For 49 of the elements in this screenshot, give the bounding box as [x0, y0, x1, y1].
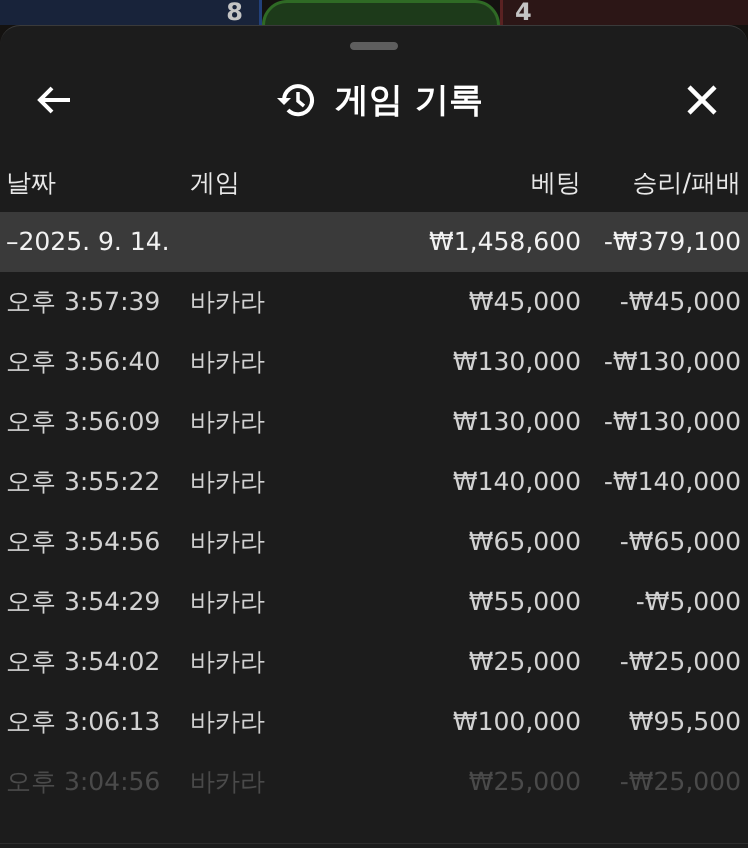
date-group-row[interactable]: –2025. 9. 14. ₩1,458,600 -₩379,100 — [0, 212, 748, 272]
column-header: 승리/패배 — [632, 167, 741, 200]
time-cell-text: 오후 3:55:22 — [6, 466, 162, 498]
game-cell-text: 바카라 — [190, 286, 266, 318]
group-date: –2025. 9. 14. — [6, 226, 171, 258]
column-header: 베팅 — [530, 167, 581, 200]
game-cell-text: 바카라 — [190, 526, 266, 558]
game-cell-text: 바카라 — [190, 346, 266, 378]
bet-cell-text: ₩55,000 — [468, 586, 581, 618]
time-cell-text: 오후 3:57:39 — [6, 286, 162, 318]
history-icon — [275, 81, 316, 119]
bet-cell-text: ₩140,000 — [452, 466, 581, 498]
sheet-title: 게임 기록 — [335, 78, 483, 122]
time-cell-text: 오후 3:06:13 — [6, 706, 162, 738]
bet-cell-text: ₩130,000 — [452, 346, 581, 378]
time-cell-text: 오후 3:54:02 — [6, 646, 162, 678]
time-cell-text: 오후 3:54:56 — [6, 526, 162, 558]
bet-cell-text: ₩130,000 — [452, 406, 581, 438]
time-cell-text: 오후 3:54:29 — [6, 586, 162, 618]
game-cell-text: 바카라 — [190, 646, 266, 678]
close-icon — [686, 84, 718, 116]
game-cell-text: 바카라 — [190, 406, 266, 438]
result-cell-text: -₩130,000 — [602, 406, 741, 438]
time-cell-text: 오후 3:56:09 — [6, 406, 162, 438]
score-number: 4 — [515, 0, 533, 24]
group-bet-total: ₩1,458,600 — [428, 226, 581, 258]
bet-cell-text: ₩65,000 — [468, 526, 581, 558]
bet-cell-text: ₩45,000 — [468, 286, 581, 318]
back-arrow-icon — [36, 85, 72, 115]
drag-handle[interactable] — [350, 42, 398, 50]
result-cell-text: ₩95,500 — [628, 706, 741, 738]
game-cell-text: 바카라 — [190, 706, 266, 738]
game-cell-text: 바카라 — [190, 586, 266, 618]
close-button[interactable] — [686, 84, 718, 116]
result-cell-text: -₩140,000 — [602, 466, 741, 498]
back-button[interactable] — [36, 85, 72, 115]
game-cell-text: 바카라 — [190, 466, 266, 498]
time-cell-text: 오후 3:56:40 — [6, 346, 162, 378]
column-header: 날짜 — [6, 167, 57, 200]
bet-cell-text: ₩100,000 — [452, 706, 581, 738]
result-cell-text: -₩5,000 — [634, 586, 741, 618]
result-cell-text: -₩45,000 — [618, 286, 741, 318]
result-cell-text: -₩25,000 — [618, 646, 741, 678]
result-cell-text: -₩130,000 — [602, 346, 741, 378]
column-header: 게임 — [190, 167, 241, 200]
group-result-total: -₩379,100 — [602, 226, 741, 258]
result-cell-text: -₩65,000 — [618, 526, 741, 558]
bet-cell-text: ₩25,000 — [468, 646, 581, 678]
score-number: 8 — [226, 0, 243, 24]
